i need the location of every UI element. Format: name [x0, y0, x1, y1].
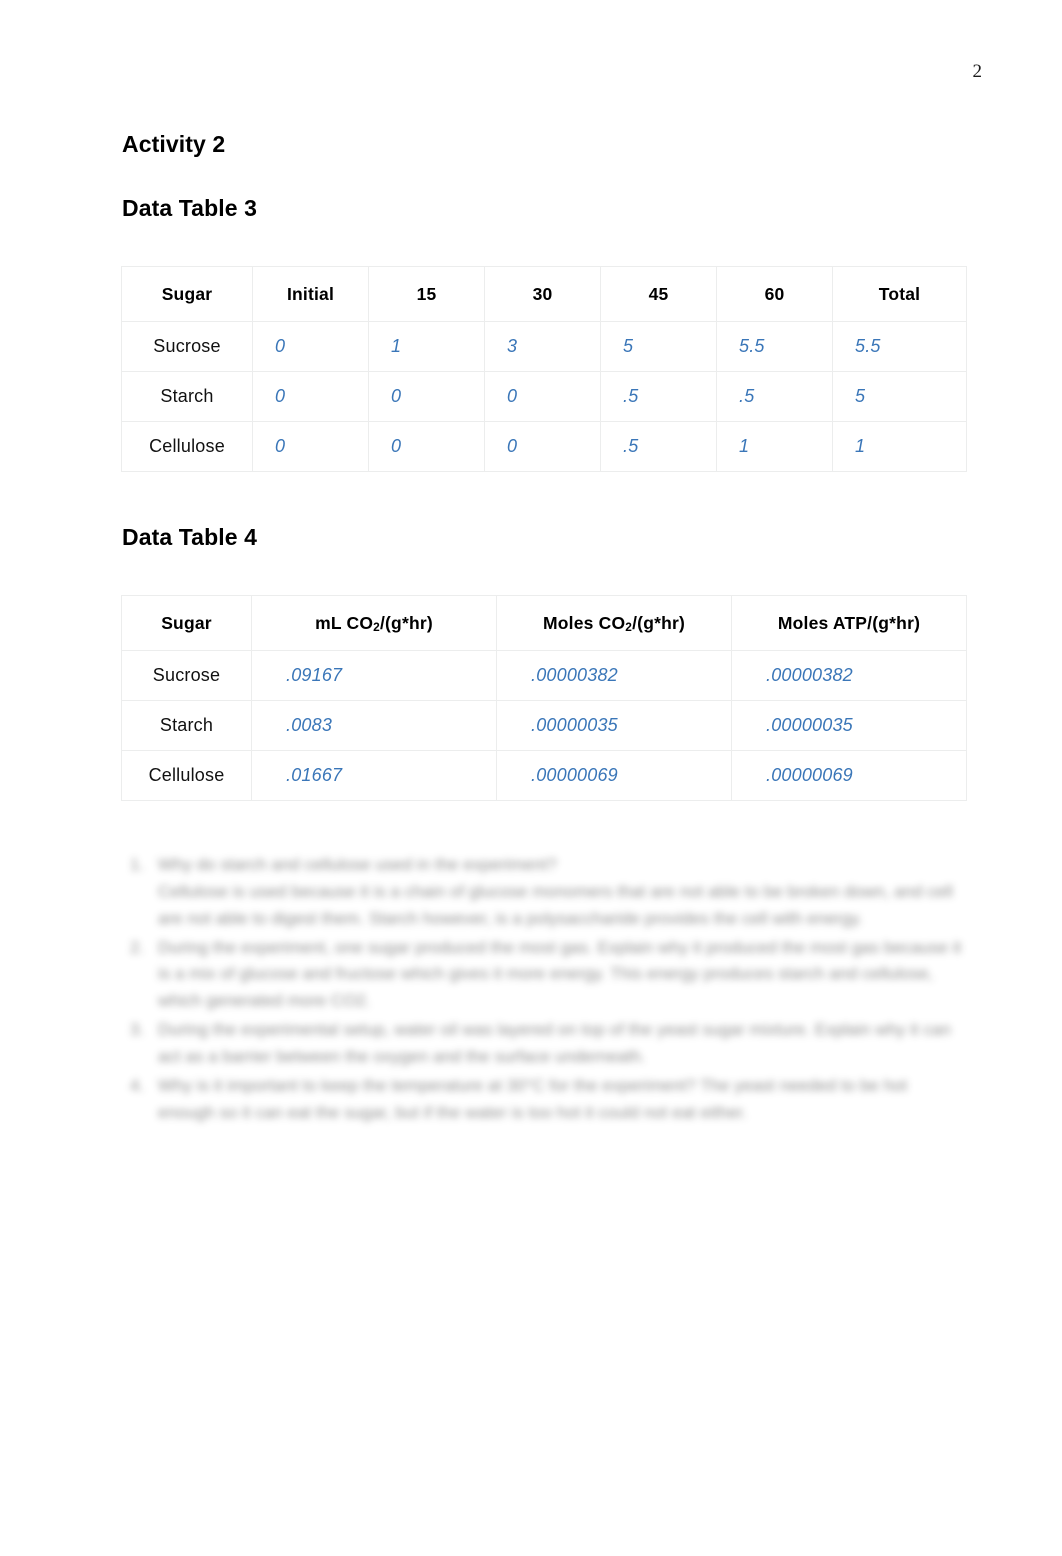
list-item: 4. Why is it important to keep the tempe… — [122, 1073, 962, 1127]
ml-co2-post: /(g*hr) — [379, 612, 433, 633]
column-header-moles-co2: Moles CO2/(g*hr) — [496, 595, 732, 651]
cell-starch-moles-co2: .00000035 — [496, 700, 732, 751]
table-row: Starch .0083 .00000035 .00000035 — [121, 700, 967, 751]
cell-starch-30: 0 — [484, 371, 601, 422]
cell-sucrose-45: 5 — [600, 321, 717, 372]
cell-sucrose-ml-co2: .09167 — [251, 650, 497, 701]
cell-sucrose-15: 1 — [368, 321, 485, 372]
cell-cellulose-initial: 0 — [252, 421, 369, 472]
question-text: During the experiment, one sugar produce… — [158, 937, 962, 1011]
column-header-sugar: Sugar — [121, 595, 252, 651]
cell-starch-15: 0 — [368, 371, 485, 422]
moles-co2-post: /(g*hr) — [632, 612, 686, 633]
table-header-row: Sugar Initial 15 30 45 60 Total — [121, 266, 967, 322]
cell-cellulose-15: 0 — [368, 421, 485, 472]
row-label-cellulose: Cellulose — [121, 421, 253, 472]
data-table-3: Sugar Initial 15 30 45 60 Total Sucrose … — [121, 266, 967, 472]
row-label-starch: Starch — [121, 371, 253, 422]
data-table-4: Sugar mL CO2/(g*hr) Moles CO2/(g*hr) Mol… — [121, 595, 967, 801]
cell-cellulose-total: 1 — [832, 421, 967, 472]
list-item: 2. During the experiment, one sugar prod… — [122, 935, 962, 1016]
cell-sucrose-60: 5.5 — [716, 321, 833, 372]
table-row: Starch 0 0 0 .5 .5 5 — [121, 371, 967, 422]
cell-sucrose-30: 3 — [484, 321, 601, 372]
ml-co2-subscript: 2 — [373, 620, 380, 635]
answer-text: Cellulose is used because it is a chain … — [158, 881, 953, 928]
cell-starch-45: .5 — [600, 371, 717, 422]
page-number: 2 — [972, 61, 983, 82]
cell-cellulose-ml-co2: .01667 — [251, 750, 497, 801]
moles-co2-pre: Moles CO — [542, 612, 626, 633]
row-label-cellulose: Cellulose — [121, 750, 252, 801]
cell-starch-ml-co2: .0083 — [251, 700, 497, 751]
list-marker: 2. — [130, 937, 145, 957]
document-page: 2 Activity 2 Data Table 3 Sugar Initial … — [0, 0, 1062, 1556]
question-text: Why do starch and cellulose used in the … — [158, 855, 557, 874]
moles-co2-subscript: 2 — [625, 620, 633, 635]
column-header-30: 30 — [484, 266, 601, 322]
cell-starch-initial: 0 — [252, 371, 369, 422]
question-text: Why is it important to keep the temperat… — [158, 1075, 908, 1122]
column-header-60: 60 — [716, 266, 833, 322]
cell-sucrose-initial: 0 — [252, 321, 369, 372]
table-row: Cellulose 0 0 0 .5 1 1 — [121, 421, 967, 472]
row-label-sucrose: Sucrose — [121, 321, 253, 372]
table-row: Cellulose .01667 .00000069 .00000069 — [121, 750, 967, 801]
cell-sucrose-moles-co2: .00000382 — [496, 650, 732, 701]
column-header-15: 15 — [368, 266, 485, 322]
cell-cellulose-moles-co2: .00000069 — [496, 750, 732, 801]
row-label-sucrose: Sucrose — [121, 650, 252, 701]
table-row: Sucrose .09167 .00000382 .00000382 — [121, 650, 967, 701]
row-label-starch: Starch — [121, 700, 252, 751]
column-header-ml-co2: mL CO2/(g*hr) — [251, 595, 497, 651]
heading-data-table-4: Data Table 4 — [122, 524, 257, 550]
cell-cellulose-60: 1 — [716, 421, 833, 472]
cell-starch-60: .5 — [716, 371, 833, 422]
cell-sucrose-moles-atp: .00000382 — [731, 650, 967, 701]
list-item: 1. Why do starch and cellulose used in t… — [122, 852, 962, 933]
ml-co2-pre: mL CO — [315, 612, 374, 633]
list-item: 3. During the experimental setup, water … — [122, 1017, 962, 1071]
list-marker: 1. — [130, 855, 145, 874]
heading-data-table-3: Data Table 3 — [122, 195, 257, 221]
question-text: During the experimental setup, water oil… — [158, 1020, 951, 1067]
table-header-row: Sugar mL CO2/(g*hr) Moles CO2/(g*hr) Mol… — [121, 595, 967, 651]
heading-activity: Activity 2 — [122, 131, 226, 157]
cell-cellulose-45: .5 — [600, 421, 717, 472]
cell-starch-moles-atp: .00000035 — [731, 700, 967, 751]
column-header-total: Total — [832, 266, 967, 322]
cell-starch-total: 5 — [832, 371, 967, 422]
column-header-initial: Initial — [252, 266, 369, 322]
list-marker: 4. — [130, 1075, 145, 1095]
question-answer-list: 1. Why do starch and cellulose used in t… — [122, 852, 962, 1129]
column-header-45: 45 — [600, 266, 717, 322]
table-row: Sucrose 0 1 3 5 5.5 5.5 — [121, 321, 967, 372]
cell-cellulose-moles-atp: .00000069 — [731, 750, 967, 801]
column-header-moles-atp: Moles ATP/(g*hr) — [731, 595, 967, 651]
cell-cellulose-30: 0 — [484, 421, 601, 472]
column-header-sugar: Sugar — [121, 266, 253, 322]
list-marker: 3. — [130, 1020, 145, 1040]
cell-sucrose-total: 5.5 — [832, 321, 967, 372]
